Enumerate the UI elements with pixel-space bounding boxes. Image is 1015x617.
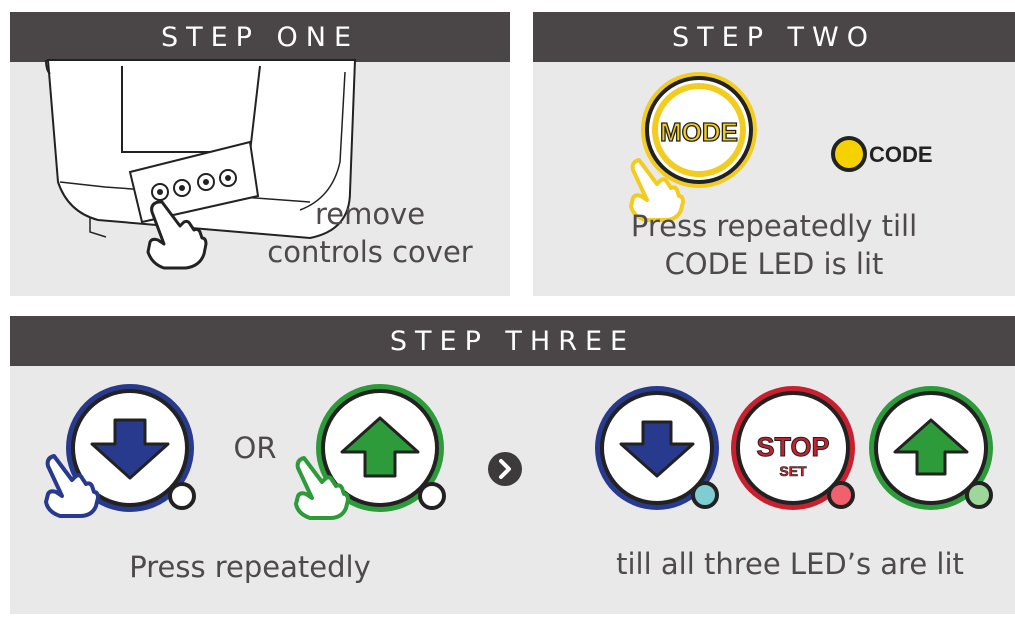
or-label: OR [233,431,277,465]
mode-button-label: MODE [660,117,738,147]
up-led-icon [418,482,446,510]
step-two-caption-line1: Press repeatedly till [630,209,918,243]
chevron-right-icon [488,452,522,486]
green-led-icon [965,481,993,509]
code-led-icon: CODE [831,136,933,172]
step-one-caption-line2: controls cover [267,235,473,270]
stop-label: STOP [756,432,829,462]
step-one-caption: remove controls cover [250,195,490,272]
step-one-caption-line1: remove [314,197,426,231]
step-three-caption-right: till all three LED’s are lit [616,547,964,581]
step-two-caption: Press repeatedly till CODE LED is lit [533,207,1015,284]
hand-pointer-icon [146,200,208,270]
stop-set-button-lit: STOP SET [731,386,855,510]
step-two-header: STEP TWO [533,12,1015,62]
set-label: SET [779,463,807,479]
step-three-caption-left: Press repeatedly [129,550,371,584]
green-hand-icon [294,456,350,520]
step-two-panel: STEP TWO MODE CODE Press repeatedly till… [533,12,1015,296]
blue-hand-icon [44,454,100,518]
up-button-lit [869,386,993,510]
step-three-header: STEP THREE [10,316,1015,366]
down-button-lit [595,386,719,510]
pink-led-icon [827,481,855,509]
code-led-label: CODE [869,142,933,167]
down-led-icon [168,482,196,510]
step-three-panel: STEP THREE OR STOP SET Press repeatedly … [10,316,1015,614]
step-one-panel: STEP ONE remove controls cover [10,12,510,296]
step-two-caption-line2: CODE LED is lit [664,247,884,282]
cyan-led-icon [691,481,719,509]
